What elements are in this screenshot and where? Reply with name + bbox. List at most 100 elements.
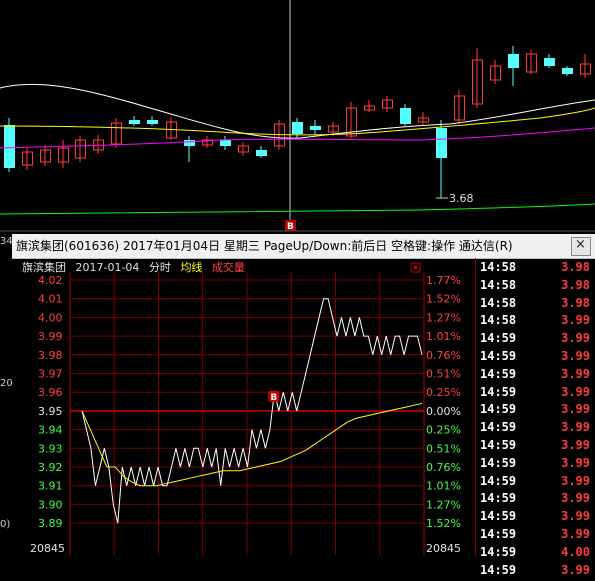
trade-price: 3.99	[561, 420, 590, 435]
trade-row[interactable]: 14:59 3.99	[476, 563, 595, 581]
volume-label-left: 20845	[30, 542, 65, 555]
trade-time: 14:58	[480, 313, 517, 328]
header-mode: 分时	[148, 261, 171, 274]
trade-row[interactable]: 14:59 3.99	[476, 420, 595, 438]
candle-body	[508, 54, 519, 68]
buy-marker-label: B	[270, 393, 277, 403]
price-tick-label: 3.96	[38, 386, 63, 399]
close-button[interactable]: ×	[571, 237, 591, 256]
price-tick-label: 3.92	[38, 461, 63, 474]
trade-price: 3.99	[561, 402, 590, 417]
intraday-chart[interactable]: 4.02 1.77% 4.01 1.52% 4.00 1.27% 3.99 1.01% 3.98…	[12, 258, 472, 555]
trade-price: 3.99	[561, 562, 590, 577]
trade-row[interactable]: 14:59 3.99	[476, 474, 595, 492]
trade-time: 14:59	[480, 402, 517, 417]
trade-time: 14:58	[480, 295, 517, 310]
pct-tick-label: 0.00%	[426, 405, 461, 418]
pct-tick-label: 1.77%	[426, 274, 461, 287]
chart-header: 旗滨集团 2017-01-04 分时 均线 成交量	[22, 259, 251, 275]
price-tick-label: 4.01	[38, 293, 63, 306]
trade-time: 14:58	[480, 260, 517, 274]
trade-row[interactable]: 14:59 3.99	[476, 385, 595, 403]
stub-label: 20	[0, 378, 13, 389]
pct-tick-label: 1.27%	[426, 498, 461, 511]
pct-tick-label: 1.52%	[426, 517, 461, 530]
price-tick-label: 4.02	[38, 274, 63, 287]
trade-time: 14:59	[480, 438, 517, 452]
trade-time: 14:59	[480, 384, 517, 399]
trade-time: 14:59	[480, 473, 517, 488]
pct-tick-label: 0.25%	[426, 424, 461, 437]
price-tick-label: 3.93	[38, 442, 63, 455]
close-icon: ×	[575, 237, 586, 252]
price-tick-label: 3.89	[38, 517, 63, 530]
trade-price: 3.99	[561, 473, 590, 488]
trade-price: 3.99	[561, 455, 590, 470]
trade-price: 4.00	[561, 544, 590, 559]
trade-row[interactable]: 14:59 3.99	[476, 402, 595, 420]
time-and-sales-list[interactable]: 14:58 3.98 14:58 3.98 14:58 3.98 14:58 3.99 14:5…	[475, 258, 595, 577]
candle-body	[310, 126, 321, 130]
trade-price: 3.99	[561, 366, 590, 381]
popup-title: 旗滨集团(601636) 2017年01月04日 星期三 PageUp/Down…	[16, 239, 513, 253]
trade-price: 3.98	[561, 277, 590, 292]
trade-row[interactable]: 14:59 3.99	[476, 367, 595, 385]
trade-row[interactable]: 14:58 3.98	[476, 278, 595, 296]
volume-label-right: 20845	[426, 542, 461, 555]
trade-row[interactable]: 14:58 3.98	[476, 296, 595, 314]
trade-row[interactable]: 14:59 4.00	[476, 545, 595, 563]
popup-title-bar[interactable]: 旗滨集团(601636) 2017年01月04日 星期三 PageUp/Down…	[12, 234, 595, 259]
header-date: 2017-01-04	[75, 261, 140, 274]
price-tick-label: 3.95	[38, 405, 63, 418]
trade-price: 3.99	[561, 349, 590, 363]
stub-label: 0)	[0, 519, 11, 530]
settings-icon[interactable]	[410, 262, 422, 274]
kline-chart[interactable]: 3.68B	[0, 0, 595, 232]
trade-price: 3.98	[561, 295, 590, 310]
pct-tick-label: 0.76%	[426, 461, 461, 474]
candle-body	[292, 122, 303, 134]
trade-row[interactable]: 14:59 3.99	[476, 331, 595, 349]
kline-panel[interactable]: 3.68 B	[0, 0, 595, 232]
trade-time: 14:59	[480, 420, 517, 435]
price-tick-label: 3.99	[38, 330, 63, 343]
trade-time: 14:59	[480, 562, 517, 577]
trade-time: 14:59	[480, 455, 517, 470]
trade-row[interactable]: 14:59 3.99	[476, 349, 595, 367]
trade-time: 14:59	[480, 544, 517, 559]
min-price-label: 3.68	[449, 192, 474, 205]
candle-body	[147, 120, 158, 124]
intraday-popup-window[interactable]: 旗滨集团(601636) 2017年01月04日 星期三 PageUp/Down…	[12, 234, 595, 577]
pct-tick-label: 1.01%	[426, 480, 461, 493]
candle-body	[220, 140, 231, 146]
ma60-line	[0, 203, 595, 215]
header-stock-name: 旗滨集团	[22, 261, 66, 274]
price-tick-label: 3.98	[38, 349, 63, 362]
trade-row[interactable]: 14:58 3.98	[476, 260, 595, 278]
trade-time: 14:59	[480, 366, 517, 381]
trade-price: 3.99	[561, 313, 590, 328]
trade-price: 3.99	[561, 491, 590, 506]
trade-row[interactable]: 14:59 3.99	[476, 456, 595, 474]
trade-price: 3.99	[561, 509, 590, 524]
candle-body	[544, 58, 555, 66]
candle-body	[256, 150, 267, 156]
pct-tick-label: 0.76%	[426, 349, 461, 362]
trade-row[interactable]: 14:59 3.99	[476, 509, 595, 527]
candle-body	[4, 125, 15, 168]
trade-time: 14:59	[480, 527, 517, 541]
intraday-chart-area[interactable]: 4.02 1.77% 4.01 1.52% 4.00 1.27% 3.99 1.01% 3.98…	[12, 258, 472, 555]
trade-price: 3.99	[561, 384, 590, 399]
trade-row[interactable]: 14:59 3.99	[476, 438, 595, 456]
pct-tick-label: 1.01%	[426, 330, 461, 343]
trade-price: 3.99	[561, 438, 590, 452]
trade-price: 3.98	[561, 260, 590, 274]
trade-row[interactable]: 14:58 3.99	[476, 313, 595, 331]
trade-time: 14:59	[480, 349, 517, 363]
candle-body	[184, 140, 195, 146]
trade-time: 14:59	[480, 509, 517, 524]
pct-tick-label: 0.51%	[426, 368, 461, 381]
trade-row[interactable]: 14:59 3.99	[476, 491, 595, 509]
header-avg-label: 均线	[180, 261, 203, 274]
trade-row[interactable]: 14:59 3.99	[476, 527, 595, 545]
